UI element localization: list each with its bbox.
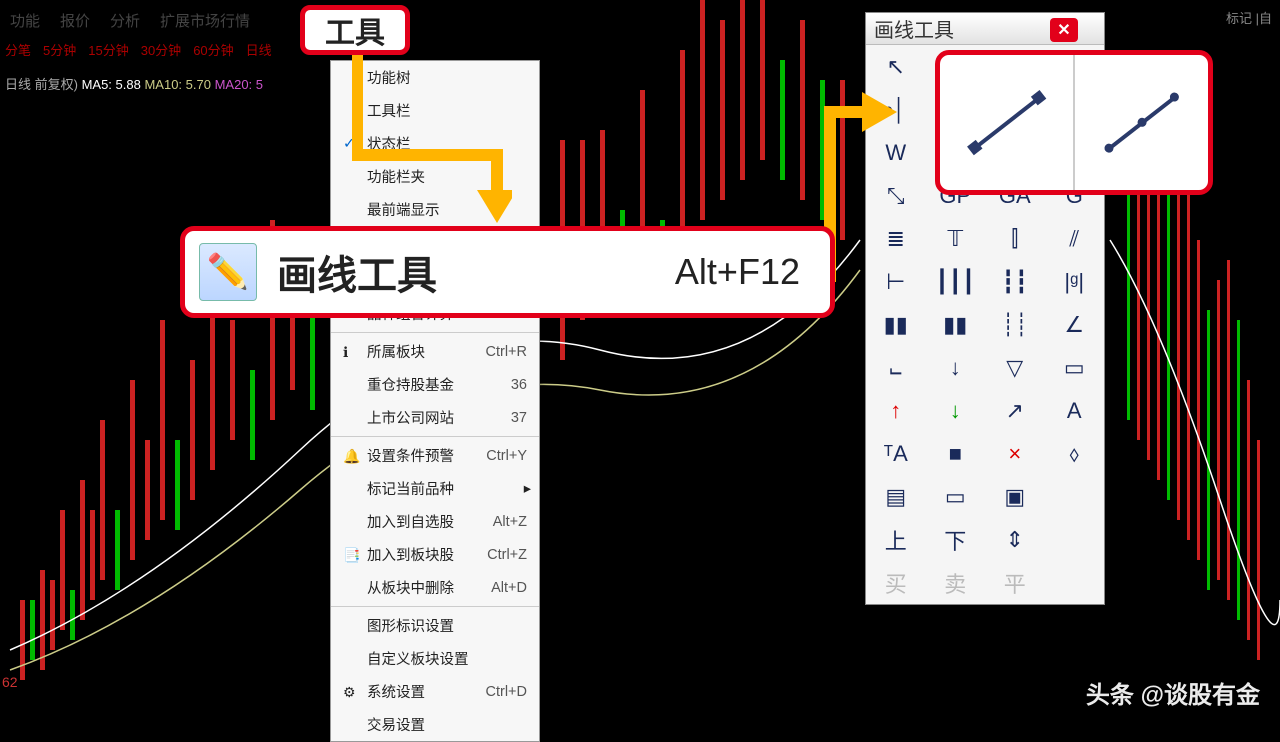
palette-tool-19[interactable]: ⫽ (1045, 217, 1105, 260)
dropdown-item-12[interactable]: 上市公司网站37 (331, 401, 539, 434)
palette-tool-29[interactable]: ↓ (926, 346, 986, 389)
dropdown-item-0[interactable]: 功能树 (331, 61, 539, 94)
palette-tool-23[interactable]: |ᵍ| (1045, 260, 1105, 303)
drawing-tool-menuitem-highlighted[interactable]: ✏️ 画线工具 Alt+F12 (180, 226, 835, 318)
menu-quote[interactable]: 报价 (60, 10, 90, 34)
menu-ext-market[interactable]: 扩展市场行情 (160, 10, 250, 34)
palette-tool-42[interactable]: ▣ (985, 475, 1045, 518)
dropdown-item-1[interactable]: 工具栏 (331, 94, 539, 127)
palette-tool-36[interactable]: ᵀA (866, 432, 926, 475)
tf-day[interactable]: 日线 (246, 40, 272, 59)
dropdown-item-17[interactable]: 📑加入到板块股Ctrl+Z (331, 538, 539, 571)
palette-tool-45[interactable]: 下 (926, 518, 986, 561)
drawing-tool-shortcut: Alt+F12 (675, 251, 800, 293)
palette-tool-8[interactable]: W (866, 131, 926, 174)
palette-tool-28[interactable]: ⨽ (866, 346, 926, 389)
trendline-multi-tool[interactable] (1073, 55, 1208, 190)
palette-tool-24[interactable]: ▮▮ (866, 303, 926, 346)
tf-15m[interactable]: 15分钟 (88, 40, 128, 59)
palette-tool-22[interactable]: ┇┇ (985, 260, 1045, 303)
drawing-tool-label: 画线工具 (277, 243, 437, 301)
palette-tool-0[interactable]: ↖ (866, 45, 926, 88)
palette-tool-47 (1045, 518, 1105, 561)
palette-tool-49[interactable]: 卖 (926, 561, 986, 604)
palette-tool-32[interactable]: ↑ (866, 389, 926, 432)
dropdown-item-3[interactable]: 功能栏夹 (331, 160, 539, 193)
tf-tick[interactable]: 分笔 (5, 40, 31, 59)
menu-tools-highlighted[interactable]: 工具 (300, 5, 410, 55)
indicator-line: 日线 前复权) MA5: 5.88 MA10: 5.70 MA20: 5 (5, 74, 263, 93)
palette-tool-44[interactable]: 上 (866, 518, 926, 561)
palette-tool-50[interactable]: 平 (985, 561, 1045, 604)
palette-tool-39[interactable]: ⬨ (1045, 432, 1105, 475)
dropdown-item-15[interactable]: 标记当前品种▸ (331, 472, 539, 505)
palette-tool-21[interactable]: ┃┃┃ (926, 260, 986, 303)
dropdown-item-23[interactable]: 交易设置 (331, 708, 539, 741)
menubar: 功能 报价 分析 扩展市场行情 (10, 10, 250, 34)
palette-tool-17[interactable]: 𝕋 (926, 217, 986, 260)
palette-tool-43 (1045, 475, 1105, 518)
dropdown-item-10[interactable]: ℹ所属板块Ctrl+R (331, 335, 539, 368)
dropdown-item-14[interactable]: 🔔设置条件预警Ctrl+Y (331, 439, 539, 472)
price-axis-value: 62 (2, 674, 18, 690)
palette-tool-18[interactable]: ⫿ (985, 217, 1045, 260)
palette-tool-16[interactable]: ≣ (866, 217, 926, 260)
tf-5m[interactable]: 5分钟 (43, 40, 76, 59)
palette-tool-31[interactable]: ▭ (1045, 346, 1105, 389)
palette-tool-37[interactable]: ■ (926, 432, 986, 475)
watermark: 头条 @谈股有金 (1086, 675, 1260, 710)
dropdown-item-11[interactable]: 重仓持股基金36 (331, 368, 539, 401)
pencil-icon: ✏️ (199, 243, 257, 301)
palette-tool-12[interactable]: ⤡ (866, 174, 926, 217)
palette-tool-20[interactable]: ⊢ (866, 260, 926, 303)
palette-tool-4[interactable]: •│ (866, 88, 926, 131)
menu-analysis[interactable]: 分析 (110, 10, 140, 34)
palette-tool-51 (1045, 561, 1105, 604)
palette-tool-33[interactable]: ↓ (926, 389, 986, 432)
palette-tool-41[interactable]: ▭ (926, 475, 986, 518)
dropdown-item-18[interactable]: 从板块中删除Alt+D (331, 571, 539, 604)
palette-tool-38[interactable]: × (985, 432, 1045, 475)
palette-tool-46[interactable]: ⇕ (985, 518, 1045, 561)
dropdown-item-21[interactable]: 自定义板块设置 (331, 642, 539, 675)
ma20: MA20: 5 (215, 77, 263, 92)
palette-tool-40[interactable]: ▤ (866, 475, 926, 518)
timeframe-bar: 分笔 5分钟 15分钟 30分钟 60分钟 日线 (5, 40, 272, 59)
ma10: MA10: 5.70 (144, 77, 211, 92)
palette-close-button[interactable]: ✕ (1050, 18, 1078, 42)
dropdown-item-2[interactable]: ✓状态栏 (331, 127, 539, 160)
palette-tool-25[interactable]: ▮▮ (926, 303, 986, 346)
dropdown-item-20[interactable]: 图形标识设置 (331, 609, 539, 642)
trendline-tools-highlighted (935, 50, 1213, 195)
palette-tool-26[interactable]: ┊┊ (985, 303, 1045, 346)
dropdown-item-16[interactable]: 加入到自选股Alt+Z (331, 505, 539, 538)
dropdown-item-22[interactable]: ⚙系统设置Ctrl+D (331, 675, 539, 708)
dropdown-item-4[interactable]: 最前端显示 (331, 193, 539, 226)
menu-function[interactable]: 功能 (10, 10, 40, 34)
trendline-segment-tool[interactable] (940, 55, 1073, 190)
palette-tool-35[interactable]: A (1045, 389, 1105, 432)
palette-tool-27[interactable]: ∠ (1045, 303, 1105, 346)
tf-30m[interactable]: 30分钟 (141, 40, 181, 59)
tools-dropdown: 功能树工具栏✓状态栏功能栏夹最前端显示全屏显示Ctrl+P消息面35品种组合计算… (330, 60, 540, 742)
palette-tool-34[interactable]: ↗ (985, 389, 1045, 432)
tf-60m[interactable]: 60分钟 (193, 40, 233, 59)
palette-tool-30[interactable]: ▽ (985, 346, 1045, 389)
ma5: MA5: 5.88 (82, 77, 141, 92)
palette-tool-48[interactable]: 买 (866, 561, 926, 604)
